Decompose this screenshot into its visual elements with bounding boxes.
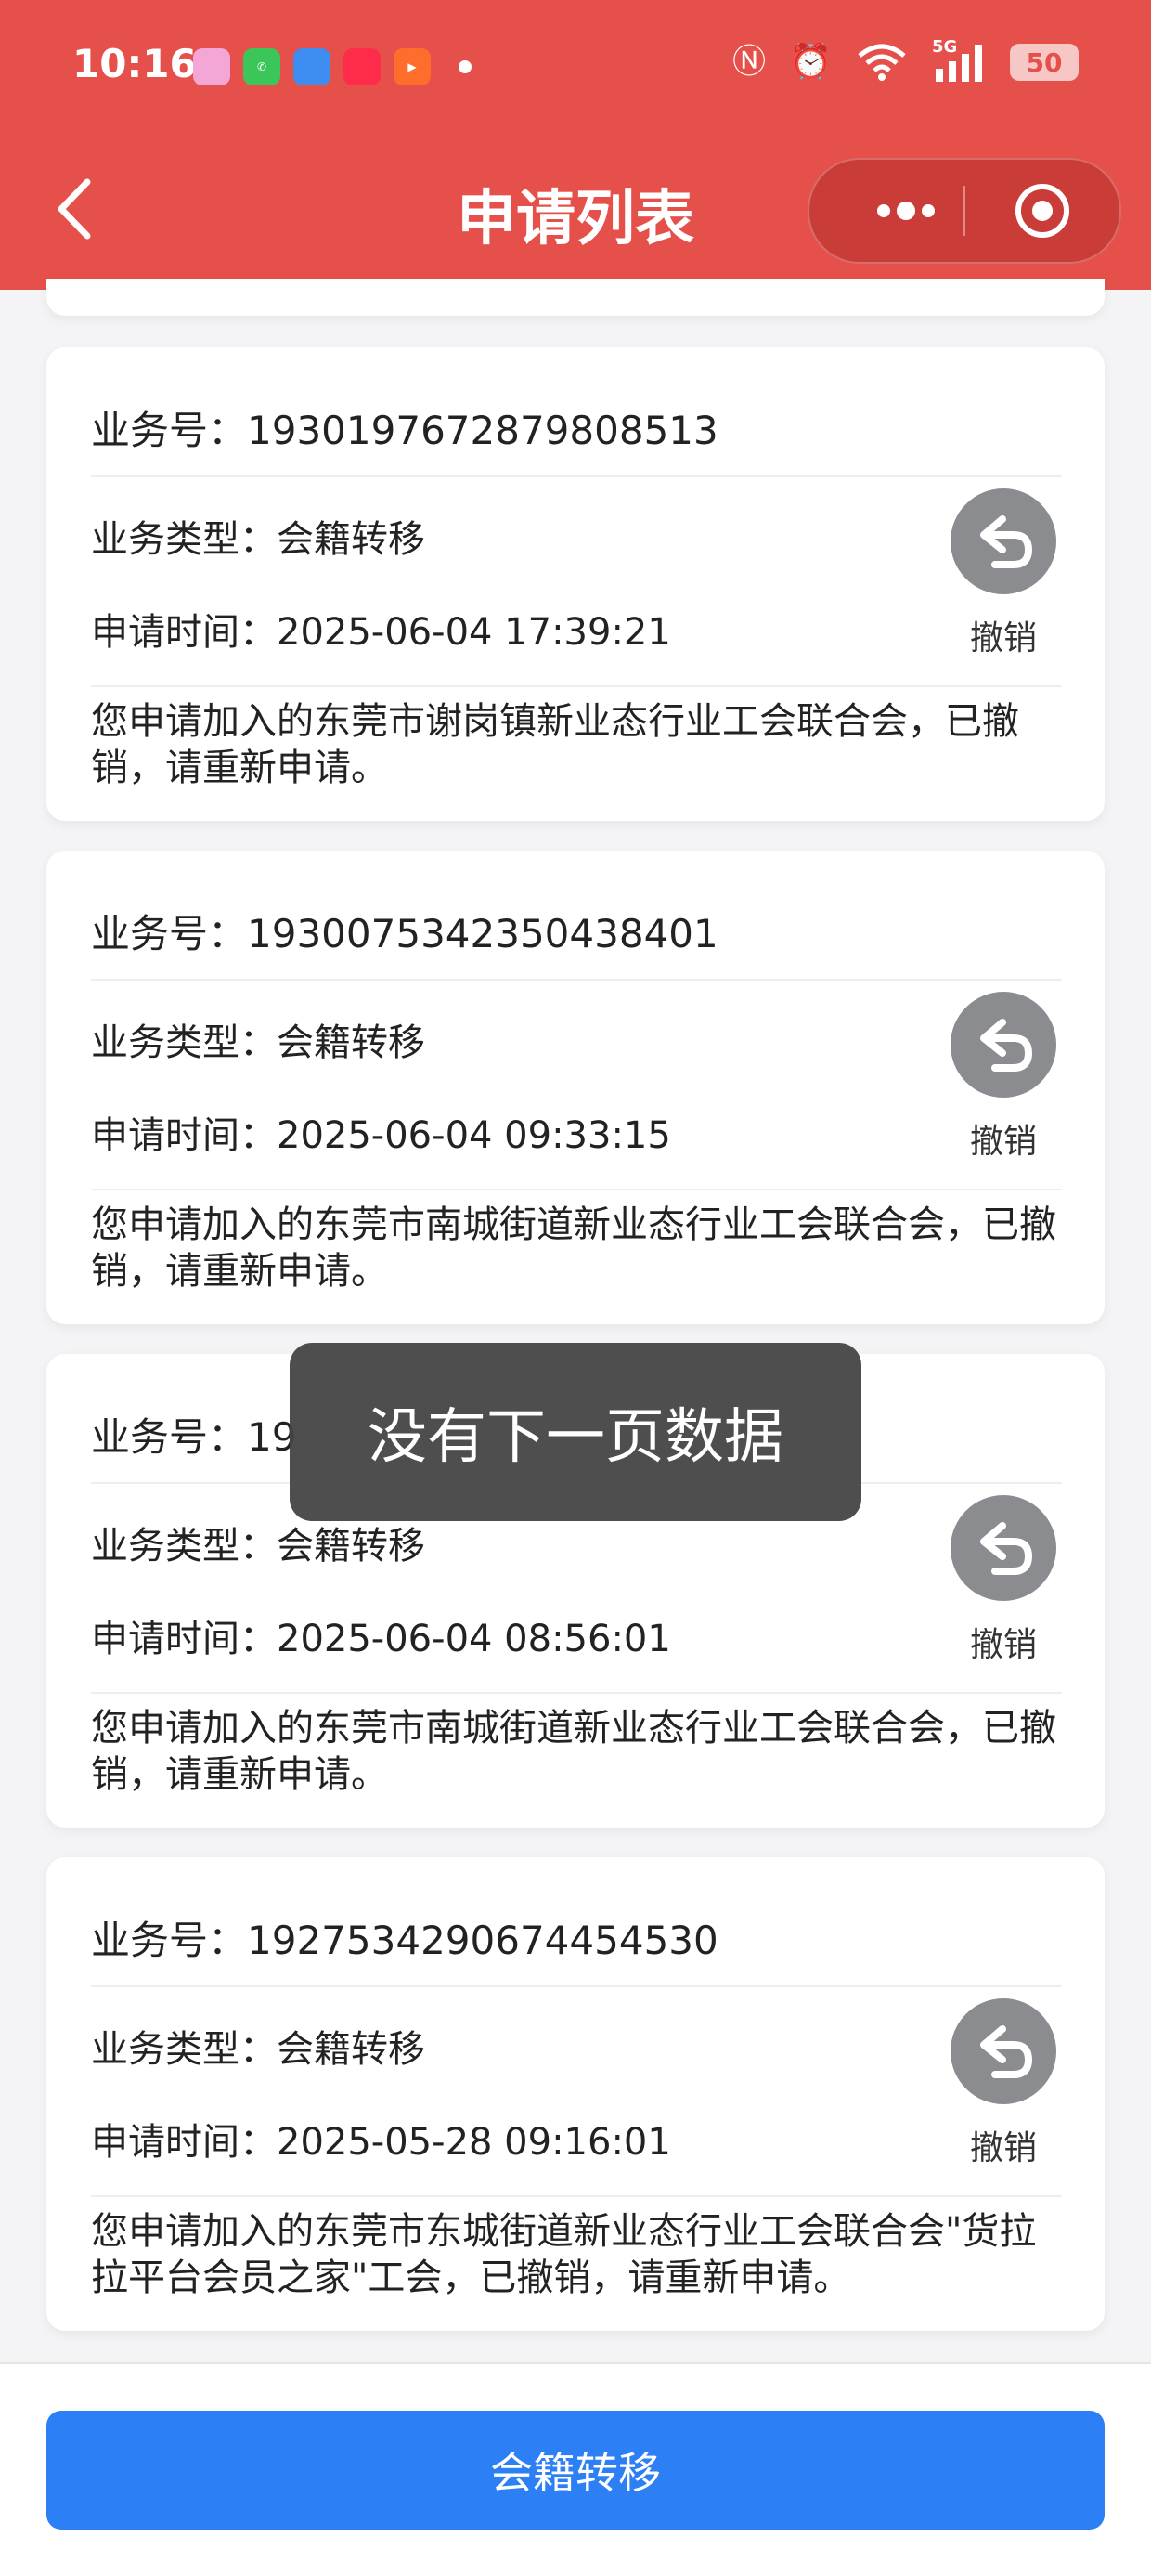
revoke-button-label[interactable]: 撤销: [926, 1114, 1080, 1163]
divider: [91, 475, 1062, 477]
signal-icon: 5G: [932, 37, 986, 82]
revoke-button-label[interactable]: 撤销: [926, 611, 1080, 659]
revoke-button-label[interactable]: 撤销: [926, 2121, 1080, 2169]
business-number: 业务号：19: [91, 1414, 297, 1460]
more-notifications-dot-icon: [459, 60, 472, 73]
apply-time: 申请时间：2025-06-04 09:33:15: [91, 1114, 671, 1157]
divider: [91, 979, 1062, 981]
network-type: 5G: [932, 37, 958, 57]
status-time: 10:16: [72, 41, 197, 86]
application-status-text: 您申请加入的东莞市南城街道新业态行业工会联合会，已撤销，请重新申请。: [91, 1203, 1056, 1293]
revoke-button-label[interactable]: 撤销: [926, 1618, 1080, 1666]
business-type: 业务类型：会籍转移: [91, 518, 425, 561]
video-app-icon: ▶: [394, 48, 431, 85]
application-card[interactable]: 业务号：1927534290674454530 业务类型：会籍转移 申请时间：2…: [46, 1857, 1105, 2331]
status-indicators: Ⓝ ⏰ 5G 50: [732, 37, 1079, 82]
divider: [91, 685, 1062, 687]
status-bar: 10:16 ✆ ▶ Ⓝ ⏰ 5G 50: [0, 0, 1151, 139]
bottom-action-bar: 会籍转移: [0, 2362, 1151, 2576]
list-item-partial: [46, 279, 1105, 316]
more-options-icon[interactable]: [860, 188, 952, 234]
toast-message: 没有下一页数据: [290, 1343, 861, 1521]
application-card[interactable]: 业务号：1930197672879808513 业务类型：会籍转移 申请时间：2…: [46, 347, 1105, 821]
divider: [91, 2195, 1062, 2197]
xiaohongshu-app-icon: [343, 48, 381, 85]
revoke-icon[interactable]: [951, 992, 1056, 1098]
application-status-text: 您申请加入的东莞市谢岗镇新业态行业工会联合会，已撤销，请重新申请。: [91, 700, 1019, 789]
nav-bar: 申请列表: [0, 139, 1151, 290]
application-status-text: 您申请加入的东莞市东城街道新业态行业工会联合会"货拉拉平台会员之家"工会，已撤销…: [91, 2210, 1037, 2299]
nfc-icon: Ⓝ: [732, 43, 767, 81]
apply-time: 申请时间：2025-06-04 17:39:21: [91, 611, 671, 654]
business-number: 业务号：1927534290674454530: [91, 1918, 718, 1963]
capsule-divider: [963, 186, 965, 236]
notification-icons: ✆ ▶: [193, 48, 472, 85]
mini-program-capsule: [808, 158, 1121, 264]
business-type: 业务类型：会籍转移: [91, 1525, 425, 1568]
alarm-icon: ⏰: [790, 43, 832, 81]
membership-transfer-button[interactable]: 会籍转移: [46, 2411, 1105, 2530]
browser-app-icon: [293, 48, 330, 85]
divider: [91, 1985, 1062, 1987]
application-status-text: 您申请加入的东莞市南城街道新业态行业工会联合会，已撤销，请重新申请。: [91, 1707, 1056, 1796]
apply-time: 申请时间：2025-05-28 09:16:01: [91, 2121, 671, 2164]
business-type: 业务类型：会籍转移: [91, 1021, 425, 1064]
revoke-icon[interactable]: [951, 1998, 1056, 2104]
revoke-icon[interactable]: [951, 1495, 1056, 1601]
wifi-icon: [858, 44, 906, 81]
phone-app-icon: ✆: [243, 48, 280, 85]
header: 10:16 ✆ ▶ Ⓝ ⏰ 5G 50 申请列表: [0, 0, 1151, 290]
business-type: 业务类型：会籍转移: [91, 2028, 425, 2071]
close-mini-program-icon[interactable]: [1014, 182, 1071, 240]
business-number: 业务号：1930075342350438401: [91, 911, 718, 956]
divider: [91, 1692, 1062, 1694]
apply-time: 申请时间：2025-06-04 08:56:01: [91, 1618, 671, 1660]
business-number: 业务号：1930197672879808513: [91, 408, 718, 453]
battery-icon: 50: [1010, 44, 1079, 81]
revoke-icon[interactable]: [951, 488, 1056, 594]
app-notification-icon: [193, 48, 230, 85]
application-card[interactable]: 业务号：1930075342350438401 业务类型：会籍转移 申请时间：2…: [46, 851, 1105, 1324]
divider: [91, 1189, 1062, 1190]
